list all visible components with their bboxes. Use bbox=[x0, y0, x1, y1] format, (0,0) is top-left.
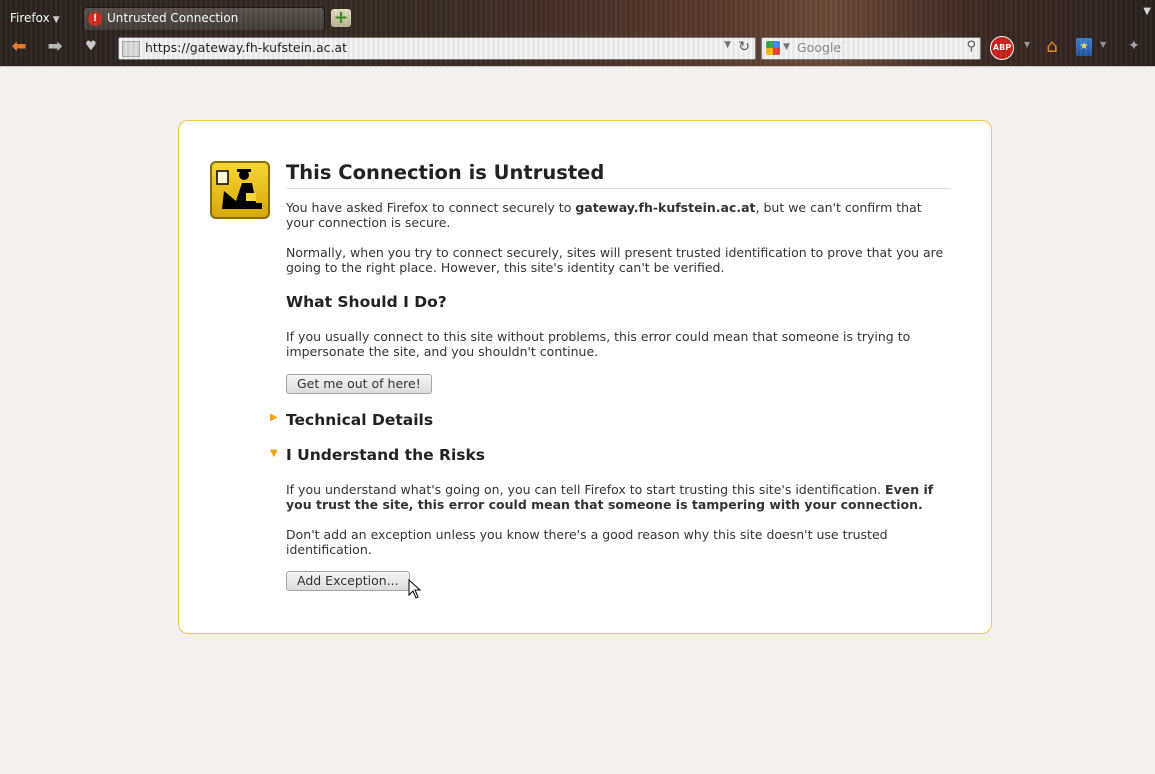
triangle-down-icon[interactable]: ▼ bbox=[270, 448, 278, 459]
back-arrow-icon: ⬅ bbox=[11, 36, 27, 57]
firefox-menu-button[interactable]: Firefox ▼ bbox=[6, 8, 64, 28]
get-me-out-button[interactable]: Get me out of here! bbox=[286, 374, 432, 394]
page-title: This Connection is Untrusted bbox=[286, 161, 950, 189]
intro-text-a: You have asked Firefox to connect secure… bbox=[286, 200, 576, 215]
adblock-label: ABP bbox=[992, 43, 1012, 52]
adblock-plus-icon[interactable]: ABP bbox=[990, 36, 1014, 60]
chevron-down-icon[interactable]: ▼ bbox=[724, 40, 731, 50]
error-page-container: This Connection is Untrusted You have as… bbox=[178, 120, 992, 634]
tab-title: Untrusted Connection bbox=[107, 11, 239, 25]
add-exception-button[interactable]: Add Exception... bbox=[286, 571, 410, 591]
new-tab-button[interactable]: + bbox=[331, 9, 351, 27]
explanation-paragraph: Normally, when you try to connect secure… bbox=[286, 245, 944, 275]
warning-icon: ! bbox=[88, 12, 102, 26]
reload-icon[interactable]: ↻ bbox=[738, 39, 750, 55]
security-officer-icon bbox=[210, 161, 270, 219]
chevron-down-icon[interactable]: ▼ bbox=[1024, 40, 1030, 49]
chevron-down-icon[interactable]: ▼ bbox=[783, 42, 790, 52]
page-icon[interactable] bbox=[122, 41, 140, 57]
mouse-cursor-icon bbox=[408, 578, 422, 603]
technical-details-toggle[interactable]: Technical Details bbox=[286, 411, 433, 429]
error-content: This Connection is Untrusted You have as… bbox=[270, 161, 950, 591]
magnifier-icon[interactable]: ⚲ bbox=[966, 39, 976, 54]
risks-text: If you understand what's going on, you c… bbox=[286, 482, 886, 497]
triangle-right-icon[interactable]: ▶ bbox=[270, 412, 278, 423]
what-should-i-do-heading: What Should I Do? bbox=[286, 293, 447, 311]
browser-chrome: Firefox ▼ ! Untrusted Connection + ▼ ⬅ ➡ … bbox=[0, 0, 1155, 66]
plus-icon: + bbox=[333, 7, 349, 28]
risks-paragraph: If you understand what's going on, you c… bbox=[286, 482, 950, 512]
forward-arrow-icon: ➡ bbox=[47, 36, 63, 57]
back-button[interactable]: ⬅ bbox=[8, 36, 30, 58]
puzzle-icon[interactable]: ✦ bbox=[1128, 38, 1140, 54]
search-input[interactable]: Google bbox=[797, 40, 841, 55]
search-bar[interactable]: ▼ Google ⚲ bbox=[761, 37, 981, 60]
toolbar-divider bbox=[0, 66, 1155, 67]
tab-list-icon[interactable]: ▼ bbox=[1143, 6, 1151, 17]
forward-button[interactable]: ➡ bbox=[44, 36, 66, 58]
star-icon[interactable]: ♥ bbox=[80, 36, 102, 58]
url-text[interactable]: https://gateway.fh-kufstein.ac.at bbox=[145, 40, 347, 55]
tab-strip: Firefox ▼ ! Untrusted Connection + ▼ bbox=[0, 6, 1155, 30]
understand-risks-toggle[interactable]: I Understand the Risks bbox=[286, 446, 485, 464]
home-icon[interactable]: ⌂ bbox=[1042, 37, 1062, 57]
exception-advice-paragraph: Don't add an exception unless you know t… bbox=[286, 527, 888, 557]
intro-paragraph: You have asked Firefox to connect secure… bbox=[286, 200, 950, 230]
firefox-menu-label: Firefox bbox=[10, 11, 50, 25]
tab-untrusted-connection[interactable]: ! Untrusted Connection bbox=[83, 7, 325, 30]
chevron-down-icon[interactable]: ▼ bbox=[1100, 40, 1106, 49]
url-bar[interactable]: https://gateway.fh-kufstein.ac.at ▼ ↻ bbox=[118, 37, 756, 60]
chevron-down-icon: ▼ bbox=[52, 15, 60, 25]
google-icon[interactable] bbox=[766, 41, 780, 55]
advice-paragraph: If you usually connect to this site with… bbox=[286, 329, 911, 359]
navigation-bar: ⬅ ➡ ♥ https://gateway.fh-kufstein.ac.at … bbox=[0, 34, 1155, 60]
host-name: gateway.fh-kufstein.ac.at bbox=[575, 200, 756, 215]
bookmarks-icon[interactable]: ★ bbox=[1076, 38, 1092, 56]
